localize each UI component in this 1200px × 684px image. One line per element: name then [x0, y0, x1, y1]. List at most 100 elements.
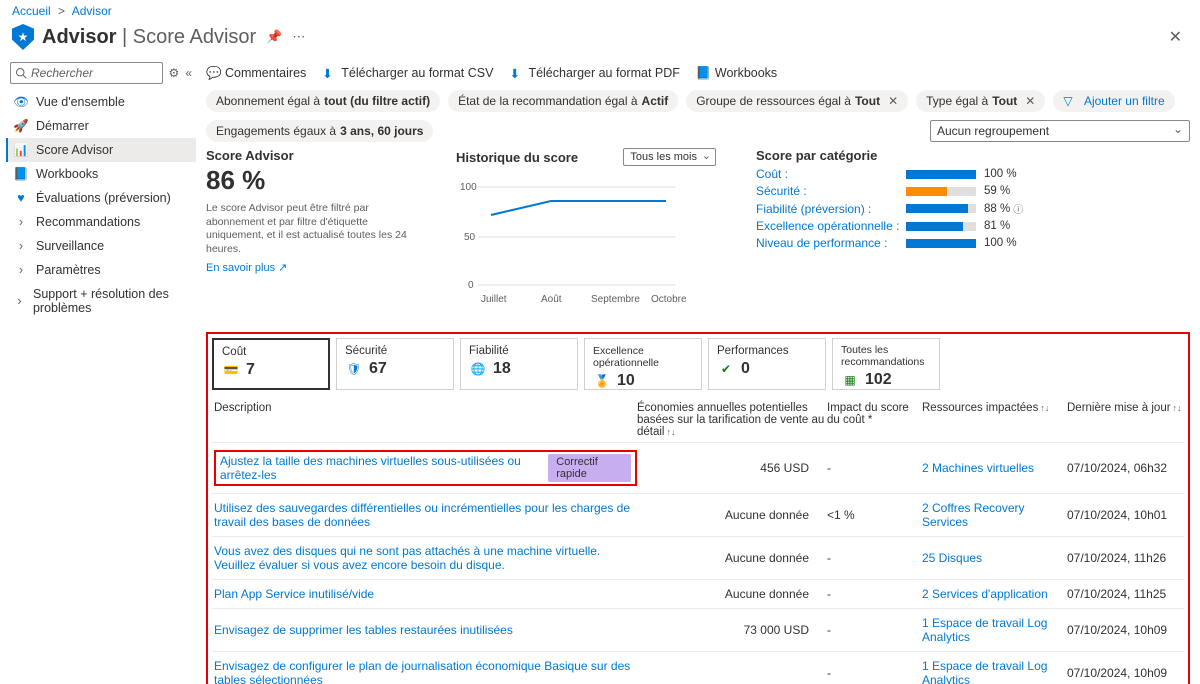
table-row[interactable]: Envisagez de supprimer les tables restau… [212, 609, 1184, 652]
sidebar-item-start[interactable]: 🚀Démarrer [6, 114, 196, 138]
sidebar-item-workbooks[interactable]: 📘Workbooks [6, 162, 196, 186]
search-icon [15, 67, 27, 79]
tile-security[interactable]: Sécurité 🛡67 [336, 338, 454, 390]
resources-link[interactable]: 25 Disques [922, 551, 982, 565]
recommendation-link[interactable]: Vous avez des disques qui ne sont pas at… [214, 544, 600, 572]
category-pct: 81 % [984, 220, 1010, 232]
recommendation-link[interactable]: Ajustez la taille des machines virtuelle… [220, 454, 540, 482]
history-title: Historique du score [456, 150, 578, 165]
crumb-sep: > [58, 4, 65, 18]
add-filter[interactable]: ▽ Ajouter un filtre [1053, 90, 1174, 112]
col-lastupdate[interactable]: Dernière mise à jour↑↓ [1067, 402, 1182, 438]
table-row[interactable]: Utilisez des sauvegardes différentielles… [212, 494, 1184, 537]
chevron-right-icon: › [14, 294, 25, 308]
more-icon[interactable]: ⋯ [292, 29, 305, 45]
category-label[interactable]: Fiabilité (préversion) : [756, 202, 906, 216]
cost-icon: 💳 [222, 361, 240, 379]
close-icon[interactable]: ✕ [1025, 94, 1035, 108]
bar [906, 204, 976, 213]
recommendation-link[interactable]: Plan App Service inutilisé/vide [214, 587, 374, 601]
cell-impact: - [827, 666, 922, 680]
toolbar-download-pdf[interactable]: ⬇Télécharger au format PDF [509, 66, 679, 80]
table-row[interactable]: Plan App Service inutilisé/vide Aucune do… [212, 580, 1184, 609]
resources-link[interactable]: 1 Espace de travail Log Analytics [922, 616, 1047, 644]
cell-savings: Aucune donnée [637, 587, 827, 601]
resources-link[interactable]: 1 Espace de travail Log Analytics [922, 659, 1047, 684]
tile-cost[interactable]: Coût 💳7 [212, 338, 330, 390]
filter-type[interactable]: Type égal à Tout✕ [916, 90, 1045, 112]
sidebar-item-evaluations[interactable]: ♥Évaluations (préversion) [6, 186, 196, 210]
filter-subscription[interactable]: Abonnement égal à tout (du filtre actif) [206, 90, 440, 112]
chevron-right-icon: › [14, 239, 28, 253]
filter-resource-group[interactable]: Groupe de ressources égal à Tout✕ [686, 90, 908, 112]
sidebar-settings-icon[interactable]: ⚙ [169, 66, 180, 80]
category-label[interactable]: Sécurité : [756, 184, 906, 198]
download-icon: ⬇ [322, 66, 336, 80]
recommendation-link[interactable]: Envisagez de supprimer les tables restau… [214, 623, 513, 637]
table-row[interactable]: Vous avez des disques qui ne sont pas at… [212, 537, 1184, 580]
tile-all[interactable]: Toutes les recommandations ▦102 [832, 338, 940, 390]
category-row: Niveau de performance :100 % [756, 236, 1190, 250]
category-pct: 59 % [984, 185, 1010, 197]
sidebar-item-parameters[interactable]: ›Paramètres [6, 258, 196, 282]
col-resources[interactable]: Ressources impactées↑↓ [922, 402, 1067, 438]
highlighted-recommendation: Ajustez la taille des machines virtuelle… [214, 450, 637, 486]
score-note: Le score Advisor peut être filtré par ab… [206, 202, 416, 257]
page-header: ★ Advisor | Score Advisor 📌 ⋯ ✕ [0, 22, 1200, 58]
pin-icon[interactable]: 📌 [266, 29, 282, 45]
cell-impact: - [827, 551, 922, 565]
external-icon: ↗ [278, 262, 287, 274]
info-icon[interactable]: ⓘ [1013, 201, 1023, 216]
sidebar-item-surveillance[interactable]: ›Surveillance [6, 234, 196, 258]
crumb-home[interactable]: Accueil [12, 4, 51, 18]
tile-operational[interactable]: Excellence opérationnelle 🏅10 [584, 338, 702, 390]
sidebar-item-score-advisor[interactable]: 📊Score Advisor [6, 138, 196, 162]
recommendation-link[interactable]: Envisagez de configurer le plan de journ… [214, 659, 630, 684]
resources-link[interactable]: 2 Services d'application [922, 587, 1048, 601]
col-impact[interactable]: Impact du score du coût * [827, 402, 922, 438]
search-input[interactable]: Rechercher [10, 62, 163, 84]
sidebar-item-support[interactable]: ›Support + résolution des problèmes [6, 282, 196, 320]
filter-commitments[interactable]: Engagements égaux à 3 ans, 60 jours [206, 120, 433, 142]
svg-text:Octobre: Octobre [651, 294, 686, 305]
collapse-sidebar-icon[interactable]: « [185, 66, 192, 80]
bar [906, 187, 976, 196]
category-label[interactable]: Excellence opérationnelle : [756, 219, 906, 233]
sort-icon: ↑↓ [667, 427, 676, 437]
quick-fix-badge: Correctif rapide [548, 454, 631, 482]
history-block: Historique du score Tous les mois 100 50… [456, 148, 716, 310]
toolbar-download-csv[interactable]: ⬇Télécharger au format CSV [322, 66, 493, 80]
learn-more-link[interactable]: En savoir plus ↗ [206, 261, 287, 274]
check-icon: ✔ [717, 360, 735, 378]
heart-icon: ♥ [14, 191, 28, 205]
sidebar: Rechercher ⚙ « 👁Vue d'ensemble 🚀Démarrer… [0, 58, 196, 684]
grouping-select-wrap: Aucun regroupement [930, 120, 1190, 142]
resources-link[interactable]: 2 Coffres Recovery Services [922, 501, 1025, 529]
globe-icon: 🌐 [469, 360, 487, 378]
main-content: 💬Commentaires ⬇Télécharger au format CSV… [196, 58, 1200, 684]
close-icon[interactable]: ✕ [888, 94, 898, 108]
cell-savings: Aucune donnée [637, 508, 827, 522]
breadcrumb: Accueil > Advisor [0, 0, 1200, 22]
svg-text:Août: Août [541, 294, 562, 305]
toolbar-workbooks[interactable]: 📘Workbooks [696, 66, 777, 80]
filter-state[interactable]: État de la recommandation égal à Actif [448, 90, 678, 112]
table-row[interactable]: Ajustez la taille des machines virtuelle… [212, 443, 1184, 494]
table-row[interactable]: Envisagez de configurer le plan de journ… [212, 652, 1184, 684]
category-label[interactable]: Niveau de performance : [756, 236, 906, 250]
tile-reliability[interactable]: Fiabilité 🌐18 [460, 338, 578, 390]
sidebar-item-overview[interactable]: 👁Vue d'ensemble [6, 90, 196, 114]
close-icon[interactable]: ✕ [1169, 27, 1188, 47]
recommendation-link[interactable]: Utilisez des sauvegardes différentielles… [214, 501, 630, 529]
grouping-select[interactable]: Aucun regroupement [930, 120, 1190, 142]
sidebar-item-recommendations[interactable]: ›Recommandations [6, 210, 196, 234]
toolbar-comments[interactable]: 💬Commentaires [206, 66, 306, 80]
resources-link[interactable]: 2 Machines virtuelles [922, 461, 1034, 475]
tile-performance[interactable]: Performances ✔0 [708, 338, 826, 390]
category-scores: Score par catégorie Coût :100 %Sécurité … [756, 148, 1190, 253]
history-range-select[interactable]: Tous les mois [623, 148, 716, 166]
col-savings[interactable]: Économies annuelles potentielles basées … [637, 402, 827, 438]
category-label[interactable]: Coût : [756, 167, 906, 181]
crumb-advisor[interactable]: Advisor [72, 4, 112, 18]
col-description[interactable]: Description [214, 402, 637, 438]
